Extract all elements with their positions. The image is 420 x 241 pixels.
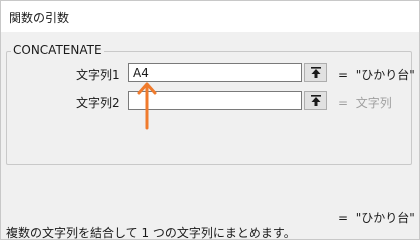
formula-result-value: "ひかり台": [355, 211, 415, 225]
arg2-label: 文字列2: [76, 96, 120, 110]
arg2-eq: =: [338, 96, 349, 110]
arg1-eq: =: [338, 68, 349, 82]
function-description: 複数の文字列を結合して 1 つの文字列にまとめます。: [6, 226, 296, 240]
title-bar[interactable]: 関数の引数: [1, 1, 419, 31]
arg2-result: = 文字列: [338, 94, 392, 111]
dialog-title: 関数の引数: [9, 11, 70, 25]
arg1-result-value: "ひかり台": [355, 68, 415, 82]
arg2-result-value: 文字列: [355, 96, 392, 110]
formula-result: = "ひかり台": [338, 209, 415, 226]
formula-result-eq: =: [338, 211, 349, 225]
arg2-collapse-button[interactable]: [304, 91, 327, 110]
arg1-collapse-button[interactable]: [304, 63, 327, 82]
collapse-dialog-icon: [311, 95, 321, 106]
annotation-arrow-icon: [137, 82, 157, 130]
collapse-dialog-icon: [311, 67, 321, 78]
function-name: CONCATENATE: [11, 43, 104, 57]
arg1-label: 文字列1: [76, 68, 120, 82]
arg1-result: = "ひかり台": [338, 66, 415, 83]
